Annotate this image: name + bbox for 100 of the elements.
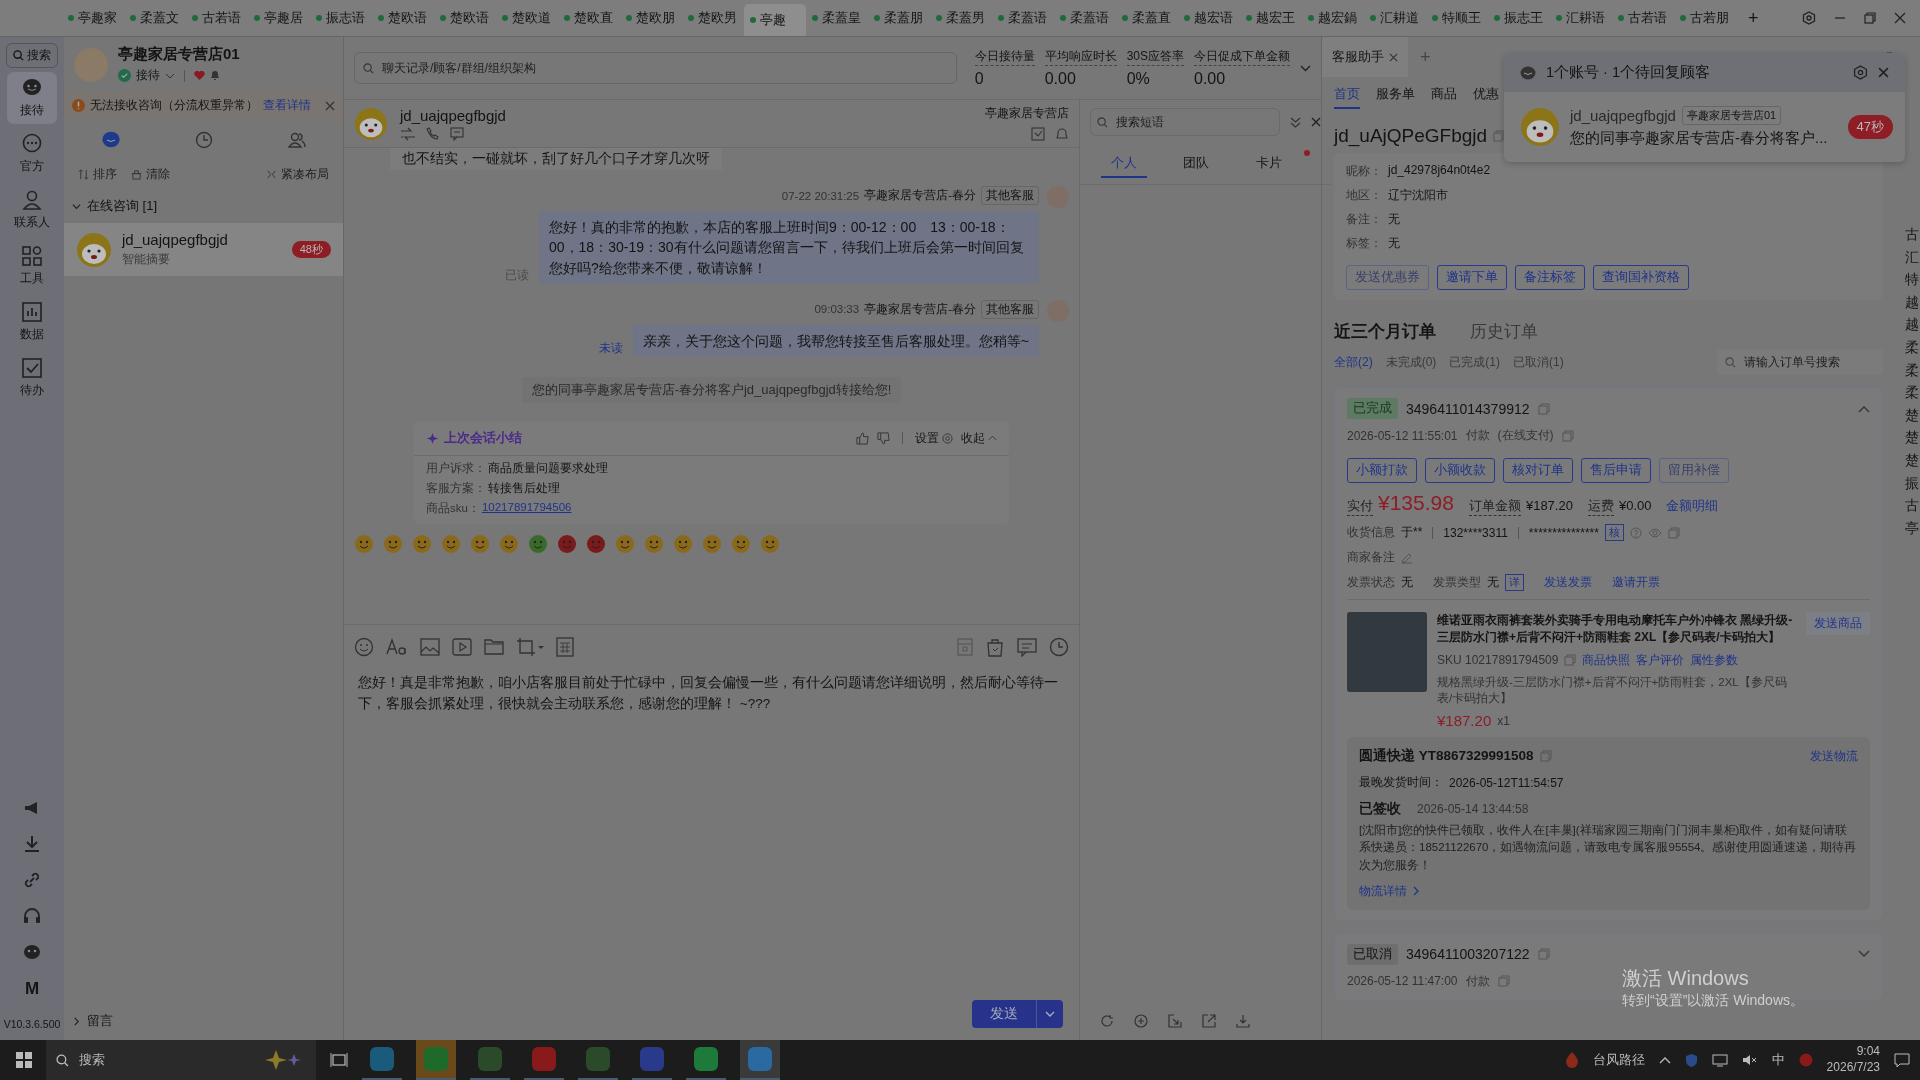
shop-tab[interactable]: 古若语 [1612,4,1674,32]
invoice-link[interactable]: 发送发票 [1544,574,1592,591]
nav-item[interactable]: 工具 [7,240,57,292]
input-method[interactable]: 中 [1771,1051,1785,1069]
emoji-icon[interactable] [760,534,780,555]
close-icon[interactable] [325,100,335,111]
group-header[interactable]: 留言 [64,1004,343,1040]
new-tab-button[interactable]: + [1748,7,1759,29]
nav-item[interactable]: 官方 [7,128,57,180]
emoji-icon[interactable] [586,534,606,555]
list-item[interactable]: 柔 [1905,360,1920,380]
shop-tab[interactable]: 亭趣 [744,4,806,36]
shop-tab[interactable]: 楚欧语 [372,4,434,32]
chevron-up-icon[interactable] [1658,1056,1671,1064]
emoji-icon[interactable] [557,534,577,555]
double-chevron-icon[interactable] [1290,116,1301,128]
shop-tab[interactable]: 汇耕语 [1550,4,1612,32]
folder-icon[interactable] [484,638,504,656]
copy-icon[interactable] [1497,975,1510,988]
list-item[interactable]: 柔 [1905,383,1920,402]
send-logistics-link[interactable]: 发送物流 [1810,747,1858,765]
list-item[interactable]: 汇 [1905,247,1920,267]
smiley-icon[interactable] [354,637,374,657]
list-item[interactable]: 楚 [1905,451,1920,470]
search-input[interactable]: 搜索短语 [1114,114,1273,130]
status-dropdown[interactable]: 接待 [136,67,175,84]
assistant-nav-tab[interactable]: 优惠 [1473,83,1499,109]
pencil-icon[interactable] [1401,551,1413,564]
import-icon[interactable] [1168,1014,1182,1028]
taskbar-app-icon[interactable] [740,1040,780,1080]
shop-tab[interactable]: 楚欧朋 [620,4,682,32]
crop-icon[interactable] [516,637,544,657]
weather-text[interactable]: 台风路径 [1592,1051,1645,1069]
order-action-button[interactable]: 核对订单 [1503,458,1573,483]
compact-layout-button[interactable]: 紧凑布局 [266,166,329,183]
shop-tab[interactable]: 古若朋 [1674,4,1736,32]
shop-tab[interactable]: 汇耕道 [1364,4,1426,32]
close-icon[interactable] [1389,52,1398,62]
phrase-tab[interactable]: 团队 [1173,150,1220,178]
comment-icon[interactable] [1017,637,1037,657]
assistant-nav-tab[interactable]: 首页 [1334,83,1360,109]
shop-tab[interactable]: 楚欧道 [496,4,558,32]
transfer-icon[interactable] [400,126,416,141]
emoji-icon[interactable] [702,534,722,555]
font-icon[interactable] [386,637,408,657]
list-item[interactable]: 亭 [1905,518,1920,538]
windows-start-icon[interactable] [16,1052,32,1068]
document-icon[interactable] [957,638,973,656]
app-letter-button[interactable]: M [24,979,40,999]
refresh-icon[interactable] [1100,1014,1114,1028]
action-button[interactable]: 邀请下单 [1437,265,1507,290]
search-input[interactable]: 请输入订单号搜索 [1742,354,1875,370]
close-icon[interactable] [1894,12,1906,24]
settings-icon[interactable] [1802,11,1816,25]
nav-item[interactable]: 联系人 [7,184,57,236]
phrase-tab[interactable]: 个人 [1101,150,1148,178]
order-tab[interactable]: 历史订单 [1470,320,1538,343]
chevron-icon[interactable] [1858,950,1870,959]
settings-button[interactable]: 设置 [915,429,953,447]
shopping-bag-icon[interactable] [985,637,1005,657]
headset-icon[interactable] [23,907,41,925]
emoji-icon[interactable] [673,534,693,555]
search-input[interactable]: 聊天记录/顾客/群组/组织架构 [380,60,948,76]
copy-icon[interactable] [1493,130,1506,142]
close-icon[interactable] [1311,117,1321,127]
clear-button[interactable]: 清除 [131,166,170,183]
emoji-icon[interactable] [383,534,403,555]
speaker-muted-icon[interactable] [1741,1053,1758,1067]
clock-time[interactable]: 9:04 [1856,1044,1880,1060]
bell-icon[interactable] [1055,127,1069,141]
list-item[interactable]: 楚 [1905,428,1920,448]
thumbs-up-icon[interactable] [856,431,869,445]
emoji-icon[interactable] [412,534,432,555]
send-button[interactable]: 发送 [972,1000,1036,1028]
shop-tab[interactable]: 越宏语 [1178,4,1240,32]
nav-item[interactable]: 待办 [7,352,57,404]
search-field[interactable]: 聊天记录/顾客/群组/组织架构 [354,52,957,84]
chevron-right-icon[interactable] [1413,886,1419,897]
sku-link[interactable]: 10217891794506 [481,501,572,517]
collapse-button[interactable]: 收起 [961,429,997,447]
network-icon[interactable] [1711,1053,1728,1067]
action-button[interactable]: 备注标签 [1515,265,1585,290]
clock-icon[interactable] [1049,637,1069,657]
message-input[interactable]: 您好！真是非常抱歉，咱小店客服目前处于忙碌中，回复会偏慢一些，有什么问题请您详细说明，然后耐心等待一下，客服会抓紧处理，很快就会主动联系您，感谢您的理解！ ~??? [344,663,1079,992]
calculator-icon[interactable] [556,637,574,657]
search-button[interactable]: 搜索 [6,43,58,68]
list-item[interactable]: 古 [1905,496,1920,515]
phone-icon[interactable] [426,126,440,141]
phrase-tab[interactable]: 卡片 [1245,150,1292,178]
order-filter[interactable]: 全部(2) [1334,353,1373,371]
order-tab[interactable]: 近三个月订单 [1334,320,1436,343]
list-item[interactable]: 振 [1905,473,1920,493]
notification-item[interactable]: jd_uajqpegfbgjd 亭趣家居专营店01 您的同事亭趣家居专营店-春分将客户... 47秒 [1504,92,1905,162]
copy-icon[interactable] [1564,654,1577,667]
shop-tab[interactable]: 古若语 [186,4,248,32]
send-product-button[interactable]: 发送商品 [1806,612,1870,635]
emoji-icon[interactable] [615,534,635,555]
shield-icon[interactable] [1684,1052,1698,1068]
shop-tab[interactable]: 柔蓋语 [1054,4,1116,32]
copy-icon[interactable] [1561,429,1574,442]
